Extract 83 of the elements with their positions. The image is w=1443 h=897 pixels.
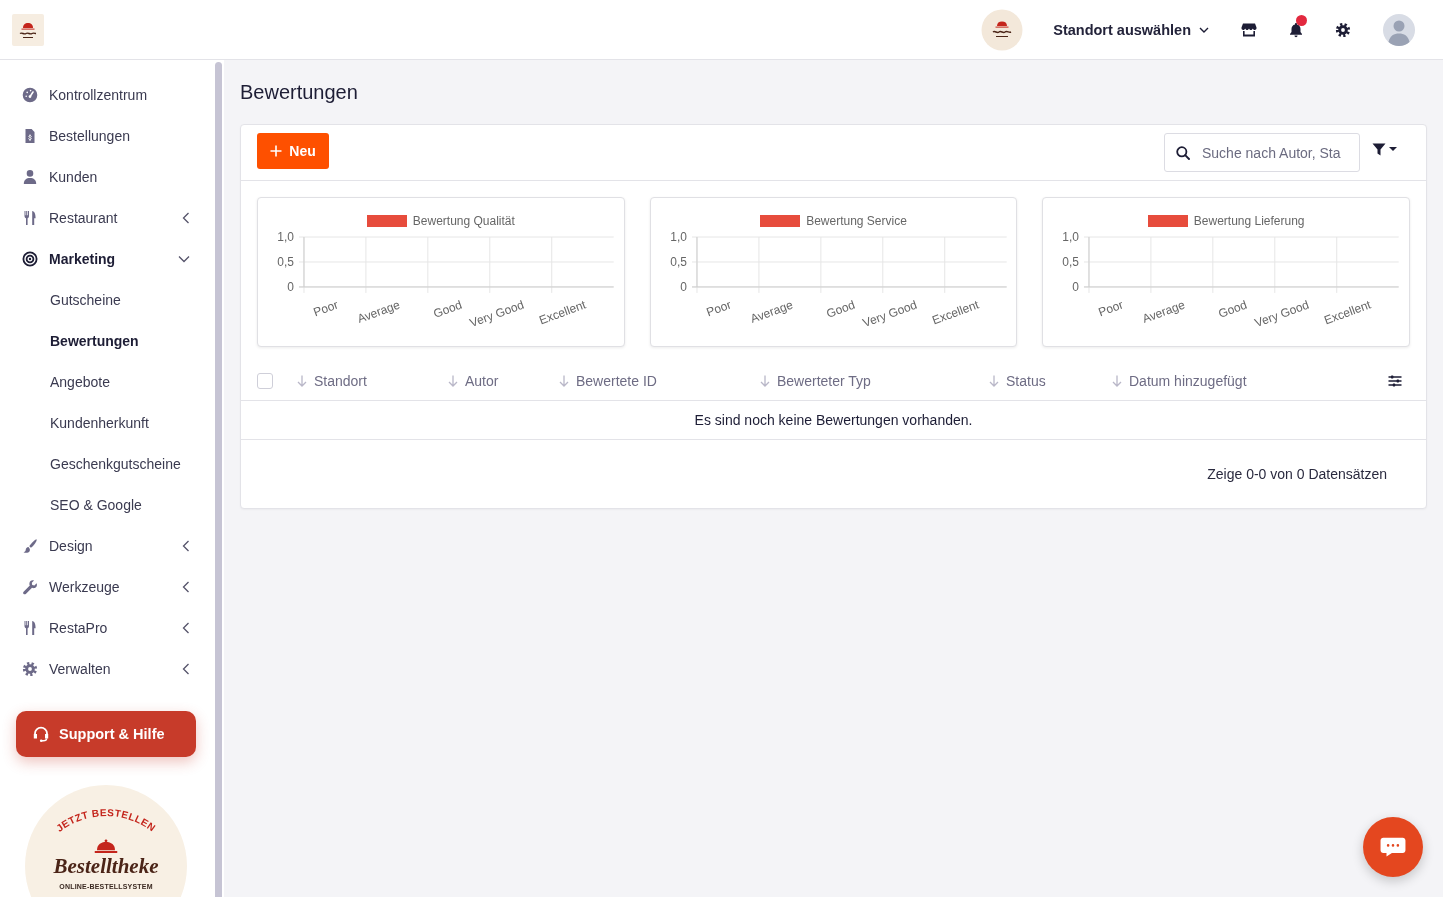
arrow-down-icon <box>297 375 307 387</box>
x-tick-label: Very Good <box>467 297 526 331</box>
sidebar-item[interactable]: RestaPro <box>0 607 213 648</box>
legend-label: Bewertung Service <box>806 214 907 228</box>
caret-down-icon <box>1389 147 1397 151</box>
x-tick-label: Good <box>431 297 464 321</box>
sidebar-item[interactable]: Kontrollzentrum <box>0 74 213 115</box>
sidebar-item[interactable]: Werkzeuge <box>0 566 213 607</box>
column-header[interactable]: Datum hinzugefügt <box>1112 373 1247 389</box>
logo-wordmark: Bestelltheke <box>53 854 159 879</box>
filter-icon <box>1372 142 1386 156</box>
store-icon[interactable] <box>1241 21 1257 38</box>
notification-bell-icon[interactable] <box>1288 21 1304 38</box>
column-header[interactable]: Bewertete ID <box>559 373 657 389</box>
arrow-down-icon <box>559 375 569 387</box>
sliders-icon[interactable] <box>1388 375 1402 387</box>
record-count: Zeige 0-0 von 0 Datensätzen <box>1207 466 1387 482</box>
y-axis <box>696 236 698 288</box>
x-tick-label: Good <box>824 297 857 321</box>
x-tick-label: Poor <box>704 297 733 320</box>
search-icon <box>1176 145 1190 160</box>
sidebar-subitem[interactable]: Gutscheine <box>0 279 213 320</box>
x-tick-label: Very Good <box>860 297 919 331</box>
column-header[interactable]: Autor <box>448 373 499 389</box>
sidebar-item[interactable]: Verwalten <box>0 648 213 689</box>
location-selector[interactable]: Standort auswählen <box>1053 21 1209 38</box>
scrollbar[interactable] <box>215 62 222 897</box>
settings-icon[interactable] <box>1335 21 1351 38</box>
arrow-down-icon <box>989 375 999 387</box>
arrow-down-icon <box>1112 375 1122 387</box>
x-tick-label: Good <box>1216 297 1250 321</box>
sidebar-subitem[interactable]: Geschenkgutscheine <box>0 443 213 484</box>
gauge-icon <box>22 86 38 103</box>
x-tick-label: Poor <box>1096 297 1126 320</box>
logo-icon[interactable] <box>12 13 44 46</box>
page-title: Bewertungen <box>240 80 359 104</box>
search-field[interactable]: Suche nach Autor, Sta <box>1164 133 1360 172</box>
empty-message: Es sind noch keine Bewertungen vorhanden. <box>694 412 973 428</box>
y-tick-label: 0 <box>679 279 687 294</box>
arrow-down-icon <box>448 375 458 387</box>
sidebar-subitem[interactable]: Bewertungen <box>0 320 213 361</box>
brush-icon <box>22 537 38 554</box>
chevron-down-icon <box>1199 26 1209 33</box>
wrench-icon <box>22 578 38 595</box>
y-tick-label: 1,0 <box>277 230 294 244</box>
chat-bubble-icon <box>1380 837 1406 857</box>
target-icon <box>22 250 38 267</box>
plus-icon <box>270 145 283 157</box>
user-icon <box>22 168 38 185</box>
sidebar-item[interactable]: Bestellungen <box>0 115 213 156</box>
headset-icon <box>32 725 50 743</box>
column-header[interactable]: Standort <box>297 373 367 389</box>
sidebar-subitem[interactable]: Kundenherkunft <box>0 402 213 443</box>
sidebar-item[interactable]: Marketing <box>0 238 213 279</box>
cloche-icon <box>94 839 118 853</box>
utensils-icon <box>22 619 38 636</box>
y-tick-label: 1,0 <box>670 230 687 244</box>
sidebar-item[interactable]: Design <box>0 525 213 566</box>
legend-label: Bewertung Qualität <box>412 214 515 228</box>
y-tick-label: 0,5 <box>1062 254 1080 269</box>
settings-icon <box>22 660 38 677</box>
column-header[interactable]: Bewerteter Typ <box>760 373 871 389</box>
column-header[interactable]: Status <box>989 373 1046 389</box>
y-axis <box>1088 236 1090 288</box>
sidebar-subitem[interactable]: SEO & Google <box>0 484 213 525</box>
y-tick-label: 1,0 <box>1062 230 1080 244</box>
utensils-icon <box>22 209 38 226</box>
sidebar-item[interactable]: Restaurant <box>0 197 213 238</box>
y-tick-label: 0 <box>1072 279 1080 294</box>
avatar-icon[interactable] <box>1383 13 1415 46</box>
x-tick-label: Very Good <box>1253 297 1312 331</box>
sidebar-subitem[interactable]: Angebote <box>0 361 213 402</box>
sidebar-item[interactable]: Kunden <box>0 156 213 197</box>
support-button[interactable]: Support & Hilfe <box>16 711 196 757</box>
x-tick-label: Poor <box>311 297 340 320</box>
legend-label: Bewertung Lieferung <box>1193 214 1305 228</box>
y-axis <box>303 236 305 288</box>
logo-icon <box>981 8 1024 51</box>
y-tick-label: 0,5 <box>670 254 687 269</box>
arrow-down-icon <box>760 375 770 387</box>
y-tick-label: 0 <box>287 279 294 294</box>
select-all-checkbox[interactable] <box>257 373 273 389</box>
y-tick-label: 0,5 <box>277 254 294 269</box>
